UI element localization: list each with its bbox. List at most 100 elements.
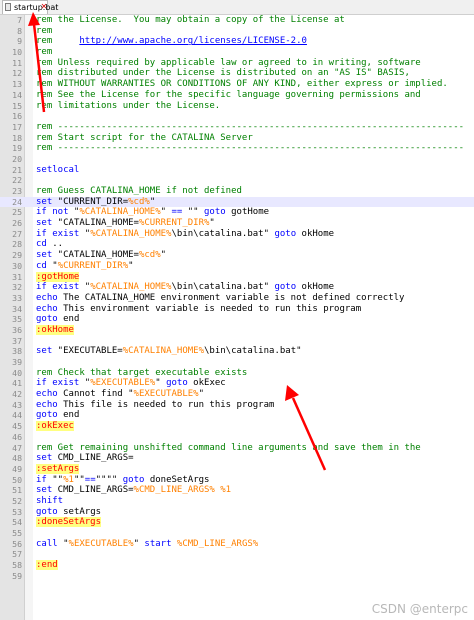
code-text: if ""%1""=="""" goto doneSetArgs [36,475,209,486]
code-token: set [36,196,53,207]
code-token: rem Start script for the CATALINA Server [36,132,253,143]
code-token: """" [95,474,123,485]
line-number: 17 [12,121,22,132]
code-token: :end [36,560,58,571]
code-line: 24 set "CURRENT_DIR=%cd%" [0,196,474,208]
code-text: rem ------------------------------------… [36,143,464,154]
code-text: shift [36,496,63,507]
code-token: \bin\catalina.bat" [171,282,275,293]
code-token: rem Guess CATALINA_HOME if not defined [36,186,242,196]
code-token: if exist [36,228,80,239]
code-line: 33 echo The CATALINA_HOME environment var… [0,293,474,304]
code-text: goto setArgs [36,507,101,518]
code-text: if exist "%CATALINA_HOME%\bin\catalina.b… [36,229,334,240]
code-token: The CATALINA_HOME environment variable i… [57,292,405,303]
code-line: 26 set "CATALINA_HOME=%CURRENT_DIR%" [0,218,474,229]
code-text: setlocal [36,165,79,176]
line-number: 41 [12,378,22,389]
line-number: 59 [12,570,22,581]
code-text: goto end [36,410,79,421]
code-text: goto end [36,314,79,325]
tab-bar: startup.bat ✕ [0,0,474,15]
code-token: rem See the License for the specific lan… [36,89,421,100]
line-number: 30 [12,260,22,271]
code-text: set CMD_LINE_ARGS= [36,453,134,464]
line-number: 29 [12,250,22,261]
line-number: 13 [12,79,22,90]
line-number: 10 [12,47,22,58]
code-token: echo [36,399,58,410]
code-token: %1 [63,474,74,485]
line-number: 18 [12,132,22,143]
line-number: 24 [12,196,22,207]
code-token: " [128,260,134,271]
code-token: == [84,474,96,485]
code-token: if [36,474,47,485]
line-number: 55 [12,528,22,538]
code-token: " [68,207,80,218]
code-token: :gotHome [36,271,80,282]
code-line: 39 [0,357,474,368]
code-line: 42 echo Cannot find "%EXECUTABLE%" [0,389,474,400]
code-token: rem Get remaining unshifted command line… [36,442,421,453]
line-number: 40 [12,367,22,378]
code-line: 47 rem Get remaining unshifted command li… [0,443,474,454]
code-token: if not [36,207,69,218]
code-token: goto [274,282,297,293]
close-icon[interactable]: ✕ [40,3,48,11]
line-number: 44 [12,410,22,421]
code-token: rem ------------------------------------… [36,143,465,154]
code-token: end [57,410,80,421]
code-line: 49:setArgs [0,463,474,475]
code-token: rem Check that target executable exists [36,367,248,378]
code-line: 28 cd .. [0,239,474,250]
code-line: 45:okExec [0,421,474,432]
code-token: :setArgs [36,463,80,474]
code-token: %EXECUTABLE% [68,538,134,549]
code-text: rem [36,26,52,37]
line-number: 42 [12,389,22,400]
code-token: " [155,378,167,389]
line-number: 50 [12,474,22,485]
code-token: goto [166,378,188,389]
line-number: 57 [12,549,22,560]
code-line: 38 set "EXECUTABLE=%CATALINA_HOME%\bin\ca… [0,346,474,357]
code-token: if exist [36,282,80,293]
code-token: start [144,538,172,549]
code-text: rem WITHOUT WARRANTIES OR CONDITIONS OF … [36,79,448,90]
code-line: 30 cd "%CURRENT_DIR%" [0,261,474,272]
code-line: 40 rem Check that target executable exist… [0,368,474,379]
code-line: 21 setlocal [0,165,474,176]
code-text: cd .. [36,239,63,250]
code-token: set [36,453,53,464]
line-number: 53 [12,506,22,517]
code-line: 52 shift [0,496,474,507]
code-line: 57 [0,549,474,560]
line-number: 33 [12,292,22,303]
code-token: %EXECUTABLE% [133,389,199,400]
line-number: 23 [12,186,22,196]
code-token: %CURRENT_DIR% [138,218,210,229]
line-number: 28 [12,239,22,250]
code-line: 43 echo This file is needed to run this p… [0,400,474,411]
code-line: 58:end [0,560,474,571]
code-token[interactable]: http://www.apache.org/licenses/LICENSE-2… [79,36,307,46]
code-token: This file is needed to run this program [57,399,275,410]
line-number: 11 [12,57,22,68]
code-token: "CURRENT_DIR= [52,196,129,207]
code-line: 51 set CMD_LINE_ARGS=%CMD_LINE_ARGS% %1 [0,485,474,496]
code-token: shift [36,495,64,506]
code-lines: 7 rem the License. You may obtain a copy … [0,15,474,581]
line-number: 20 [12,153,22,164]
code-text: rem the License. You may obtain a copy o… [36,15,345,26]
code-editor[interactable]: 7 rem the License. You may obtain a copy … [0,15,474,620]
code-token: rem [36,47,53,58]
code-line: 50 if ""%1""=="""" goto doneSetArgs [0,475,474,486]
code-text: set "CURRENT_DIR=%cd%" [36,197,155,208]
line-number: 47 [12,442,22,453]
code-line: 23 rem Guess CATALINA_HOME if not defined [0,186,474,197]
code-token: " [209,218,215,229]
code-token: goto [204,207,226,218]
code-text: if not "%CATALINA_HOME%" == "" goto gotH… [36,207,269,218]
tab-startup-bat[interactable]: startup.bat ✕ [2,0,58,14]
